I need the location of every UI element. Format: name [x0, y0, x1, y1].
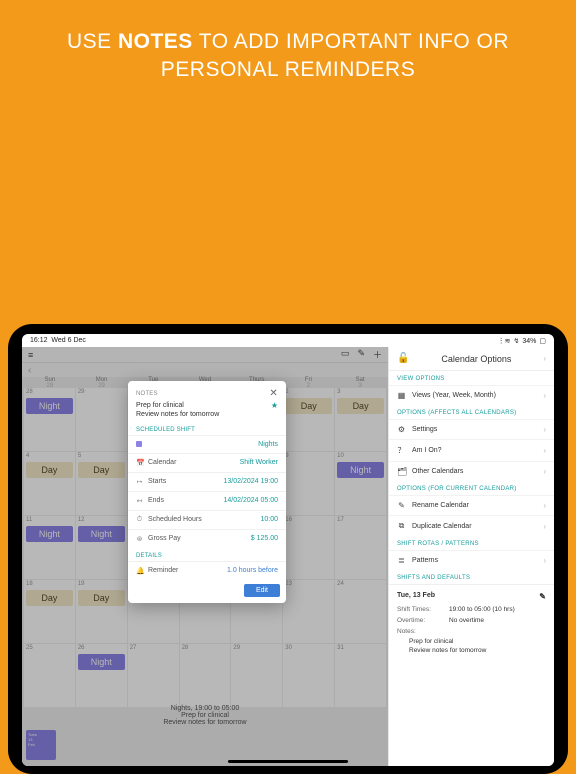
- calendars-icon: 🗂: [397, 467, 406, 476]
- shift-name: Nights: [258, 441, 278, 448]
- sidebar-item-views[interactable]: ▦Views (Year, Week, Month) ›: [389, 385, 554, 405]
- sidebar-item-settings[interactable]: ⚙Settings ›: [389, 419, 554, 439]
- pencil-icon: ✎: [397, 501, 406, 510]
- chevron-right-icon[interactable]: ›: [543, 354, 546, 363]
- wifi-icon: ⋮≋: [498, 337, 511, 345]
- row-icon: ↦: [136, 478, 143, 486]
- gear-icon: ⚙: [397, 425, 406, 434]
- home-indicator[interactable]: [228, 760, 348, 763]
- copy-icon: ⧉: [397, 521, 406, 531]
- grid-icon: ▦: [397, 391, 406, 400]
- row-icon: ⊛: [136, 535, 143, 543]
- popup-row: ⏱Scheduled Hours10:00: [128, 510, 286, 529]
- bell-icon: 🔔: [136, 567, 143, 575]
- star-icon[interactable]: ★: [271, 401, 278, 420]
- sidebar-item-other-calendars[interactable]: 🗂Other Calendars ›: [389, 461, 554, 481]
- battery-icon: ↯: [513, 337, 519, 345]
- close-icon[interactable]: ✕: [269, 388, 278, 399]
- sidebar-item-amion[interactable]: ？Am I On? ›: [389, 439, 554, 461]
- popup-row: ⊛Gross Pay$ 125.00: [128, 529, 286, 548]
- shift-summary: Tue, 13 Feb✎ Shift Times:19:00 to 05:00 …: [389, 584, 554, 662]
- sidebar-item-rename[interactable]: ✎Rename Calendar ›: [389, 495, 554, 515]
- popup-row: 📅CalendarShift Worker: [128, 453, 286, 472]
- screen: 16:12 Wed 6 Dec ⋮≋ ↯ 34% ▢ ≡ ▭ ✎ ＋: [22, 334, 554, 766]
- details-heading: DETAILS: [128, 548, 286, 561]
- sidebar-item-duplicate[interactable]: ⧉Duplicate Calendar ›: [389, 515, 554, 536]
- tablet-frame: 16:12 Wed 6 Dec ⋮≋ ↯ 34% ▢ ≡ ▭ ✎ ＋: [8, 324, 568, 774]
- side-panel: 🔓 Calendar Options › VIEW OPTIONS ▦Views…: [388, 347, 554, 766]
- pattern-icon: ≣: [397, 556, 406, 565]
- side-title: Calendar Options: [441, 354, 511, 364]
- shift-detail-popup: NOTES ✕ Prep for clinical Review notes f…: [128, 381, 286, 603]
- popup-row: ↤Ends14/02/2024 05:00: [128, 491, 286, 510]
- sidebar-item-patterns[interactable]: ≣Patterns ›: [389, 550, 554, 570]
- shift-color-chip: [136, 441, 142, 447]
- question-icon: ？: [397, 445, 406, 456]
- row-icon: ⏱: [136, 516, 143, 524]
- lock-icon[interactable]: 🔓: [397, 353, 409, 364]
- row-icon: ↤: [136, 497, 143, 505]
- calendar-area: ≡ ▭ ✎ ＋ ‹ Sun28Mon29Tue30Wed31Thurs1Fri2…: [22, 347, 388, 766]
- scheduled-heading: SCHEDULED SHIFT: [128, 422, 286, 435]
- status-bar: 16:12 Wed 6 Dec ⋮≋ ↯ 34% ▢: [22, 334, 554, 347]
- promo-headline: USE NOTES TO ADD IMPORTANT INFO OR PERSO…: [0, 0, 576, 85]
- pencil-icon[interactable]: ✎: [539, 591, 546, 603]
- popup-row: ↦Starts13/02/2024 19:00: [128, 472, 286, 491]
- row-icon: 📅: [136, 459, 143, 467]
- edit-button[interactable]: Edit: [244, 584, 280, 597]
- notes-heading: NOTES: [136, 391, 158, 397]
